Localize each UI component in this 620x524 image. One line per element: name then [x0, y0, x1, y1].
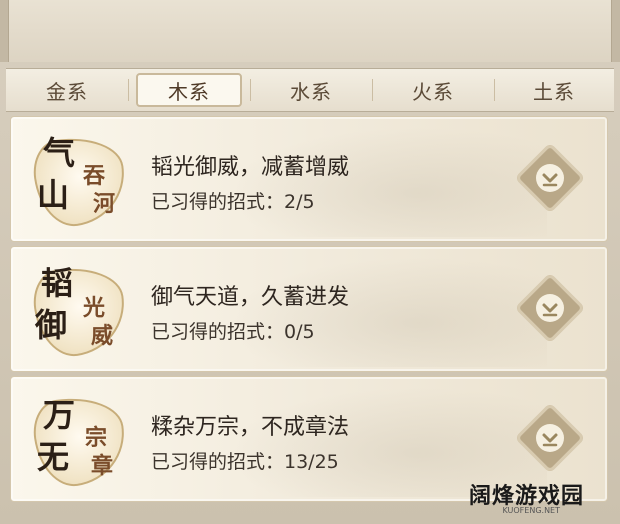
emblem-char: 御 [35, 306, 68, 344]
emblem-char: 宗 [85, 425, 108, 451]
chevron-down-icon [542, 173, 558, 187]
tab-label: 木系 [168, 79, 210, 104]
tab-label: 土系 [533, 79, 575, 104]
expand-button[interactable] [514, 272, 586, 344]
chevron-down-icon [542, 303, 558, 317]
tab-metal[interactable]: 金系 [6, 69, 128, 111]
skill-emblem: 万 无 宗 章 [25, 387, 133, 491]
skill-title: 糅杂万宗，不成章法 [151, 415, 350, 440]
emblem-char: 光 [83, 295, 106, 321]
emblem-char: 山 [37, 176, 70, 214]
skill-progress: 已习得的招式：13/25 [151, 451, 339, 473]
top-bar-right-edge [611, 0, 620, 62]
element-tabs: 金系 木系 水系 火系 土系 [6, 68, 614, 112]
top-bar [0, 0, 620, 62]
tab-wood[interactable]: 木系 [128, 69, 250, 111]
expand-button[interactable] [514, 142, 586, 214]
chevron-down-icon [542, 433, 558, 447]
tab-earth[interactable]: 土系 [494, 69, 614, 111]
skill-progress: 已习得的招式：2/5 [151, 191, 315, 213]
watermark-subtext: KUOFENG.NET [502, 506, 561, 515]
skill-emblem: 气 山 吞 河 [25, 127, 133, 231]
skill-card[interactable]: 韬 御 光 威 御气天道，久蓄进发 已习得的招式：0/5 [10, 246, 608, 372]
ink-wash-decoration [227, 257, 547, 367]
top-bar-left-edge [0, 0, 9, 62]
emblem-char: 韬 [41, 264, 74, 302]
tab-label: 火系 [412, 79, 454, 104]
site-watermark: 阔烽游戏园 KUOFENG.NET [404, 478, 584, 518]
expand-button[interactable] [514, 402, 586, 474]
emblem-char: 河 [93, 191, 116, 217]
emblem-char: 吞 [83, 163, 106, 189]
emblem-char: 气 [43, 134, 76, 172]
skill-progress: 已习得的招式：0/5 [151, 321, 315, 343]
emblem-char: 万 [43, 396, 76, 434]
ink-wash-decoration [227, 127, 547, 237]
tab-label: 水系 [290, 79, 332, 104]
tab-label: 金系 [46, 79, 88, 104]
skill-title: 韬光御威，减蓄增威 [151, 155, 350, 180]
tab-fire[interactable]: 火系 [372, 69, 494, 111]
game-panel: 金系 木系 水系 火系 土系 气 山 吞 河 韬光御威，减蓄增威 已习得的招式：… [0, 0, 620, 524]
skill-emblem: 韬 御 光 威 [25, 257, 133, 361]
emblem-char: 章 [91, 453, 114, 479]
skill-title: 御气天道，久蓄进发 [151, 285, 350, 310]
emblem-char: 威 [91, 323, 114, 349]
skill-card[interactable]: 气 山 吞 河 韬光御威，减蓄增威 已习得的招式：2/5 [10, 116, 608, 242]
emblem-char: 无 [37, 438, 70, 476]
tab-water[interactable]: 水系 [250, 69, 372, 111]
